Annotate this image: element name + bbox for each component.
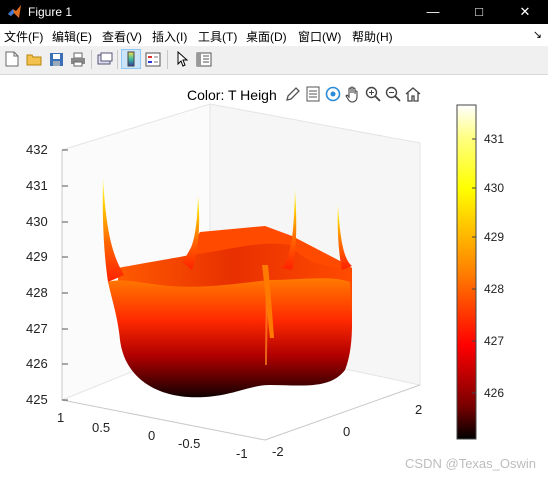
- z-tick-label: 432: [26, 142, 48, 157]
- z-tick-label: 431: [26, 178, 48, 193]
- save-button[interactable]: [46, 49, 66, 69]
- colorbar-tick-label: 428: [484, 282, 505, 296]
- colorbar-tick-label: 426: [484, 386, 505, 400]
- print-button[interactable]: [68, 49, 88, 69]
- colorbar-button[interactable]: [121, 49, 141, 69]
- x-tick-label: -0.5: [178, 436, 201, 451]
- menu-file[interactable]: 文件(F): [4, 28, 43, 45]
- menu-insert[interactable]: 插入(I): [152, 28, 187, 45]
- minimize-button[interactable]: —: [410, 0, 456, 24]
- home-icon[interactable]: [404, 85, 422, 103]
- toolbar-separator: [167, 50, 168, 69]
- watermark: CSDN @Texas_Oswin: [405, 456, 536, 471]
- brush-icon[interactable]: [284, 85, 302, 103]
- new-file-icon: [5, 51, 19, 67]
- new-figure-button[interactable]: [2, 49, 22, 69]
- z-tick-label: 428: [26, 285, 48, 300]
- menu-window[interactable]: 窗口(W): [298, 28, 341, 45]
- menu-edit[interactable]: 编辑(E): [52, 28, 92, 45]
- x-tick-label: 0.5: [92, 420, 111, 435]
- rotate-3d-icon[interactable]: [324, 85, 342, 103]
- y-tick-label: 2: [415, 402, 423, 417]
- colorbar-tick-label: 430: [484, 181, 505, 195]
- window-title: Figure 1: [28, 5, 73, 19]
- open-file-button[interactable]: [24, 49, 44, 69]
- x-tick-label: -1: [236, 446, 248, 461]
- property-icon: [196, 52, 212, 66]
- x-tick-label: 1: [57, 410, 65, 425]
- pointer-icon: [177, 51, 188, 67]
- property-inspector-button[interactable]: [194, 49, 214, 69]
- pan-icon[interactable]: [344, 85, 362, 103]
- y-tick-label: -2: [272, 444, 284, 459]
- surface-front: [108, 278, 353, 398]
- link-plot-button[interactable]: [95, 49, 115, 69]
- edit-plot-button[interactable]: [172, 49, 192, 69]
- link-plot-icon: [97, 52, 113, 64]
- plot-title: Color: T Heigh: [187, 87, 277, 103]
- matlab-icon: [8, 5, 21, 18]
- folder-icon: [26, 54, 42, 66]
- toolbar-separator: [91, 50, 92, 69]
- toolbar-separator: [117, 50, 118, 69]
- colorbar-tick-label: 431: [484, 132, 505, 146]
- z-tick-label: 426: [26, 356, 48, 371]
- menu-view[interactable]: 查看(V): [102, 28, 142, 45]
- menu-desktop[interactable]: 桌面(D): [246, 28, 287, 45]
- zoom-out-icon[interactable]: [384, 85, 402, 103]
- colorbar: [456, 104, 477, 440]
- save-icon: [49, 52, 63, 66]
- legend-button[interactable]: [143, 49, 163, 69]
- colorbar-icon: [127, 51, 135, 67]
- dock-arrow-icon[interactable]: ↘: [533, 28, 542, 41]
- legend-icon: [145, 52, 161, 66]
- close-button[interactable]: ✕: [502, 0, 548, 24]
- menu-help[interactable]: 帮助(H): [352, 28, 393, 45]
- z-tick-label: 425: [26, 392, 48, 407]
- menu-tools[interactable]: 工具(T): [198, 28, 237, 45]
- print-icon: [71, 52, 85, 66]
- z-tick-label: 427: [26, 321, 48, 336]
- z-tick-label: 429: [26, 249, 48, 264]
- menu-bar: 文件(F) 编辑(E) 查看(V) 插入(I) 工具(T) 桌面(D) 窗口(W…: [0, 24, 548, 46]
- colorbar-tick-label: 427: [484, 334, 505, 348]
- z-tick-label: 430: [26, 214, 48, 229]
- maximize-button[interactable]: □: [456, 0, 502, 24]
- zoom-in-icon[interactable]: [364, 85, 382, 103]
- data-tips-icon[interactable]: [304, 85, 322, 103]
- colorbar-tick-label: 429: [484, 230, 505, 244]
- figure-toolbar: [0, 46, 548, 75]
- y-tick-label: 0: [343, 424, 351, 439]
- surface-plot: [61, 103, 477, 441]
- title-bar: Figure 1 — □ ✕: [0, 0, 548, 24]
- x-tick-label: 0: [148, 428, 156, 443]
